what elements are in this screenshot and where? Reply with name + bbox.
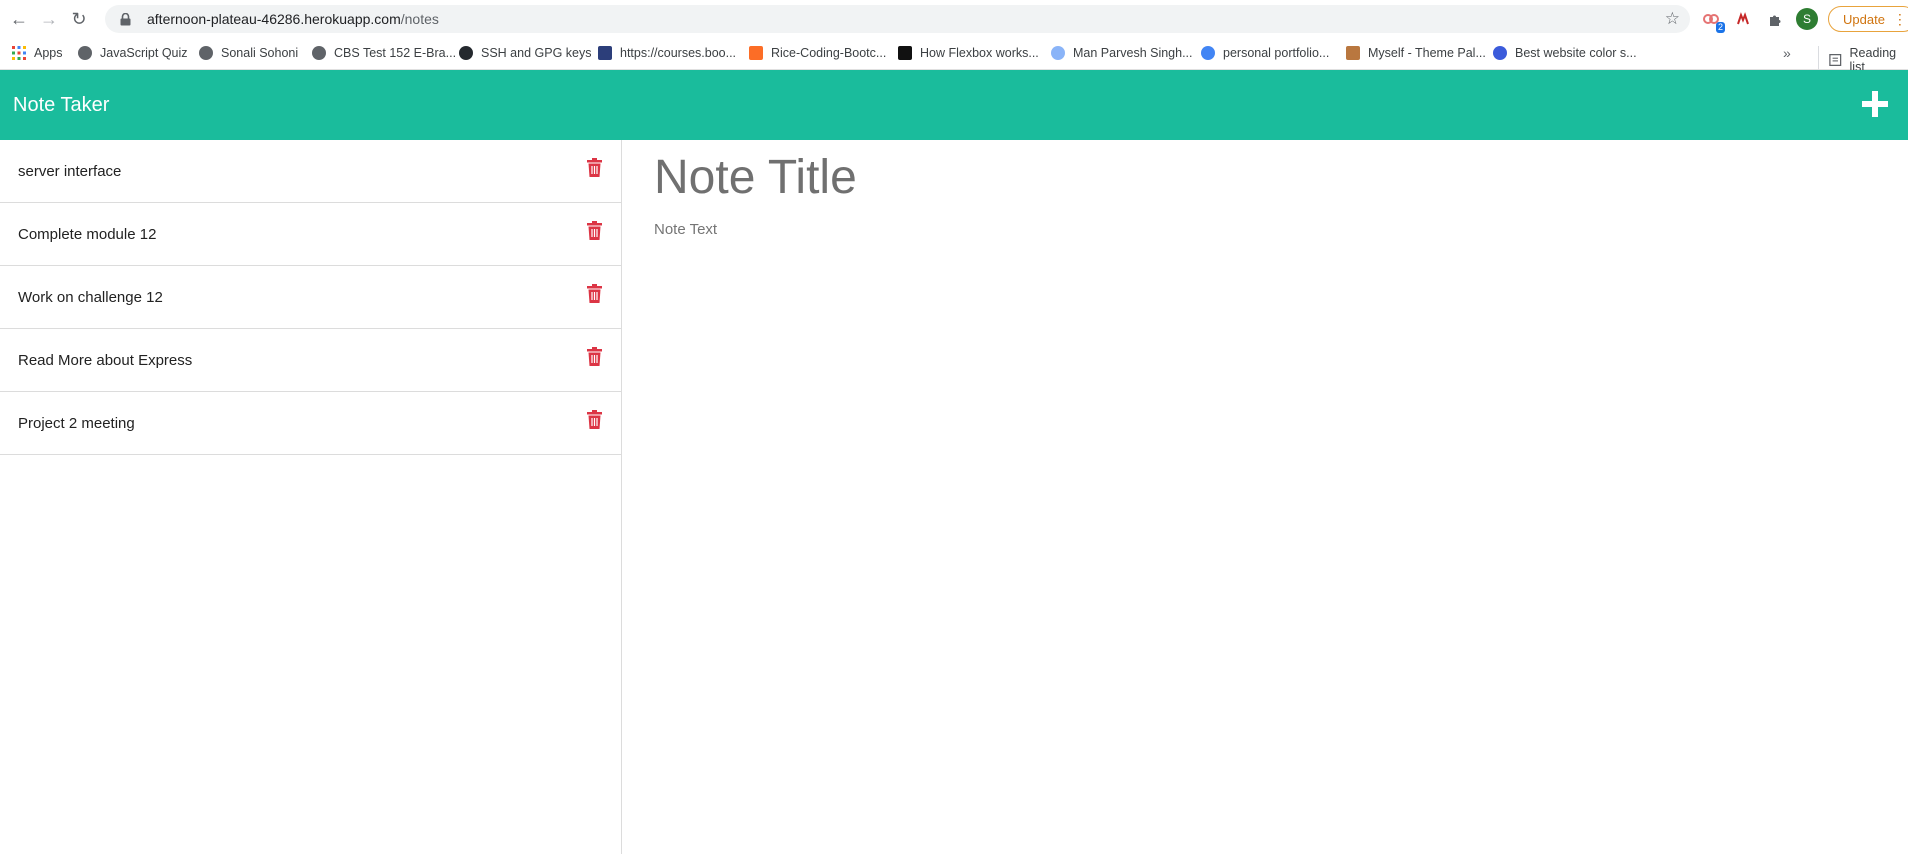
app-title[interactable]: Note Taker xyxy=(13,94,109,117)
bookmark-item[interactable]: https://courses.boo... xyxy=(598,46,736,60)
reload-icon[interactable]: ↻ xyxy=(64,4,94,34)
note-editor: Note Title Note Text xyxy=(623,140,1908,854)
list-item[interactable]: Work on challenge 12 xyxy=(0,266,621,329)
p-logo-icon xyxy=(1346,46,1360,60)
bookmark-item[interactable]: How Flexbox works... xyxy=(898,46,1039,60)
note-text-area[interactable]: Note Text xyxy=(654,221,717,238)
list-item[interactable]: Read More about Express xyxy=(0,329,621,392)
note-list: server interface Complete module 12 Work… xyxy=(0,140,622,854)
note-title[interactable]: Work on challenge 12 xyxy=(18,289,163,306)
bookmark-item[interactable]: Apps xyxy=(12,46,63,60)
trash-icon[interactable] xyxy=(587,347,602,366)
bookmark-item[interactable]: Myself - Theme Pal... xyxy=(1346,46,1486,60)
extension-red-icon[interactable] xyxy=(1732,8,1754,30)
extension-badge: 2 xyxy=(1715,22,1725,33)
trash-icon[interactable] xyxy=(587,410,602,429)
c-logo-icon xyxy=(1493,46,1507,60)
bookmark-label: Man Parvesh Singh... xyxy=(1073,46,1193,60)
note-title-input[interactable]: Note Title xyxy=(654,150,857,205)
bookmark-label: Apps xyxy=(34,46,63,60)
bookmark-label: How Flexbox works... xyxy=(920,46,1039,60)
list-item[interactable]: Project 2 meeting xyxy=(0,392,621,455)
update-label: Update xyxy=(1843,11,1885,27)
back-arrow-icon[interactable]: ← xyxy=(4,4,34,34)
trash-icon[interactable] xyxy=(587,221,602,240)
profile-avatar[interactable]: S xyxy=(1796,8,1818,30)
bookmark-label: CBS Test 152 E-Bra... xyxy=(334,46,457,60)
url-host: afternoon-plateau-46286.herokuapp.com xyxy=(147,11,401,27)
note-title[interactable]: server interface xyxy=(18,163,121,180)
bookmark-item[interactable]: Man Parvesh Singh... xyxy=(1051,46,1193,60)
note-title[interactable]: Project 2 meeting xyxy=(18,415,135,432)
url-text[interactable]: afternoon-plateau-46286.herokuapp.com/no… xyxy=(147,11,439,27)
bookmarks-bar: Apps JavaScript Quiz Sonali Sohoni CBS T… xyxy=(0,38,1908,74)
shield-icon xyxy=(598,46,612,60)
note-title[interactable]: Complete module 12 xyxy=(18,226,156,243)
gitlab-icon xyxy=(749,46,763,60)
update-button[interactable]: Update ⋮ xyxy=(1828,6,1908,32)
bookmark-item[interactable]: SSH and GPG keys xyxy=(459,46,591,60)
bookmark-item[interactable]: Best website color s... xyxy=(1493,46,1637,60)
bookmark-label: JavaScript Quiz xyxy=(100,46,188,60)
globe-icon xyxy=(312,46,326,60)
address-bar[interactable]: afternoon-plateau-46286.herokuapp.com/no… xyxy=(105,5,1690,33)
bookmark-label: https://courses.boo... xyxy=(620,46,737,60)
list-item[interactable]: Complete module 12 xyxy=(0,203,621,266)
bookmark-item[interactable]: JavaScript Quiz xyxy=(78,46,188,60)
trash-icon[interactable] xyxy=(587,158,602,177)
chevron-double-right-icon[interactable]: » xyxy=(1783,45,1791,61)
globe-icon xyxy=(78,46,92,60)
flexbox-icon xyxy=(898,46,912,60)
extension-icon[interactable]: 2 xyxy=(1700,8,1725,33)
app-header: Note Taker xyxy=(0,70,1908,140)
globe-icon xyxy=(199,46,213,60)
url-path: /notes xyxy=(400,11,439,27)
avatar-icon xyxy=(1051,46,1065,60)
trash-icon[interactable] xyxy=(587,284,602,303)
forward-arrow-icon[interactable]: → xyxy=(34,4,64,34)
bookmark-label: SSH and GPG keys xyxy=(481,46,592,60)
bookmark-item[interactable]: CBS Test 152 E-Bra... xyxy=(312,46,456,60)
note-title[interactable]: Read More about Express xyxy=(18,352,192,369)
bookmark-item[interactable]: Sonali Sohoni xyxy=(199,46,298,60)
bookmark-label: Myself - Theme Pal... xyxy=(1368,46,1486,60)
bookmark-item[interactable]: Rice-Coding-Bootc... xyxy=(749,46,886,60)
extensions-area: 2 S Update ⋮ xyxy=(1700,6,1908,33)
lock-icon[interactable] xyxy=(119,12,131,26)
browser-toolbar: ← → ↻ afternoon-plateau-46286.herokuapp.… xyxy=(0,0,1908,38)
bookmark-label: Best website color s... xyxy=(1515,46,1637,60)
apps-grid-icon xyxy=(12,46,26,60)
new-note-plus-icon[interactable] xyxy=(1862,91,1888,117)
reading-list-icon xyxy=(1829,54,1842,66)
menu-dots-icon[interactable]: ⋮ xyxy=(1893,12,1907,26)
bookmark-label: Rice-Coding-Bootc... xyxy=(771,46,887,60)
bookmark-item[interactable]: personal portfolio... xyxy=(1201,46,1329,60)
bookmark-label: Sonali Sohoni xyxy=(221,46,299,60)
puzzle-icon[interactable] xyxy=(1764,8,1786,30)
list-item[interactable]: server interface xyxy=(0,140,621,203)
bookmark-star-icon[interactable]: ☆ xyxy=(1665,9,1680,29)
github-icon xyxy=(459,46,473,60)
google-icon xyxy=(1201,46,1215,60)
bookmark-label: personal portfolio... xyxy=(1223,46,1330,60)
